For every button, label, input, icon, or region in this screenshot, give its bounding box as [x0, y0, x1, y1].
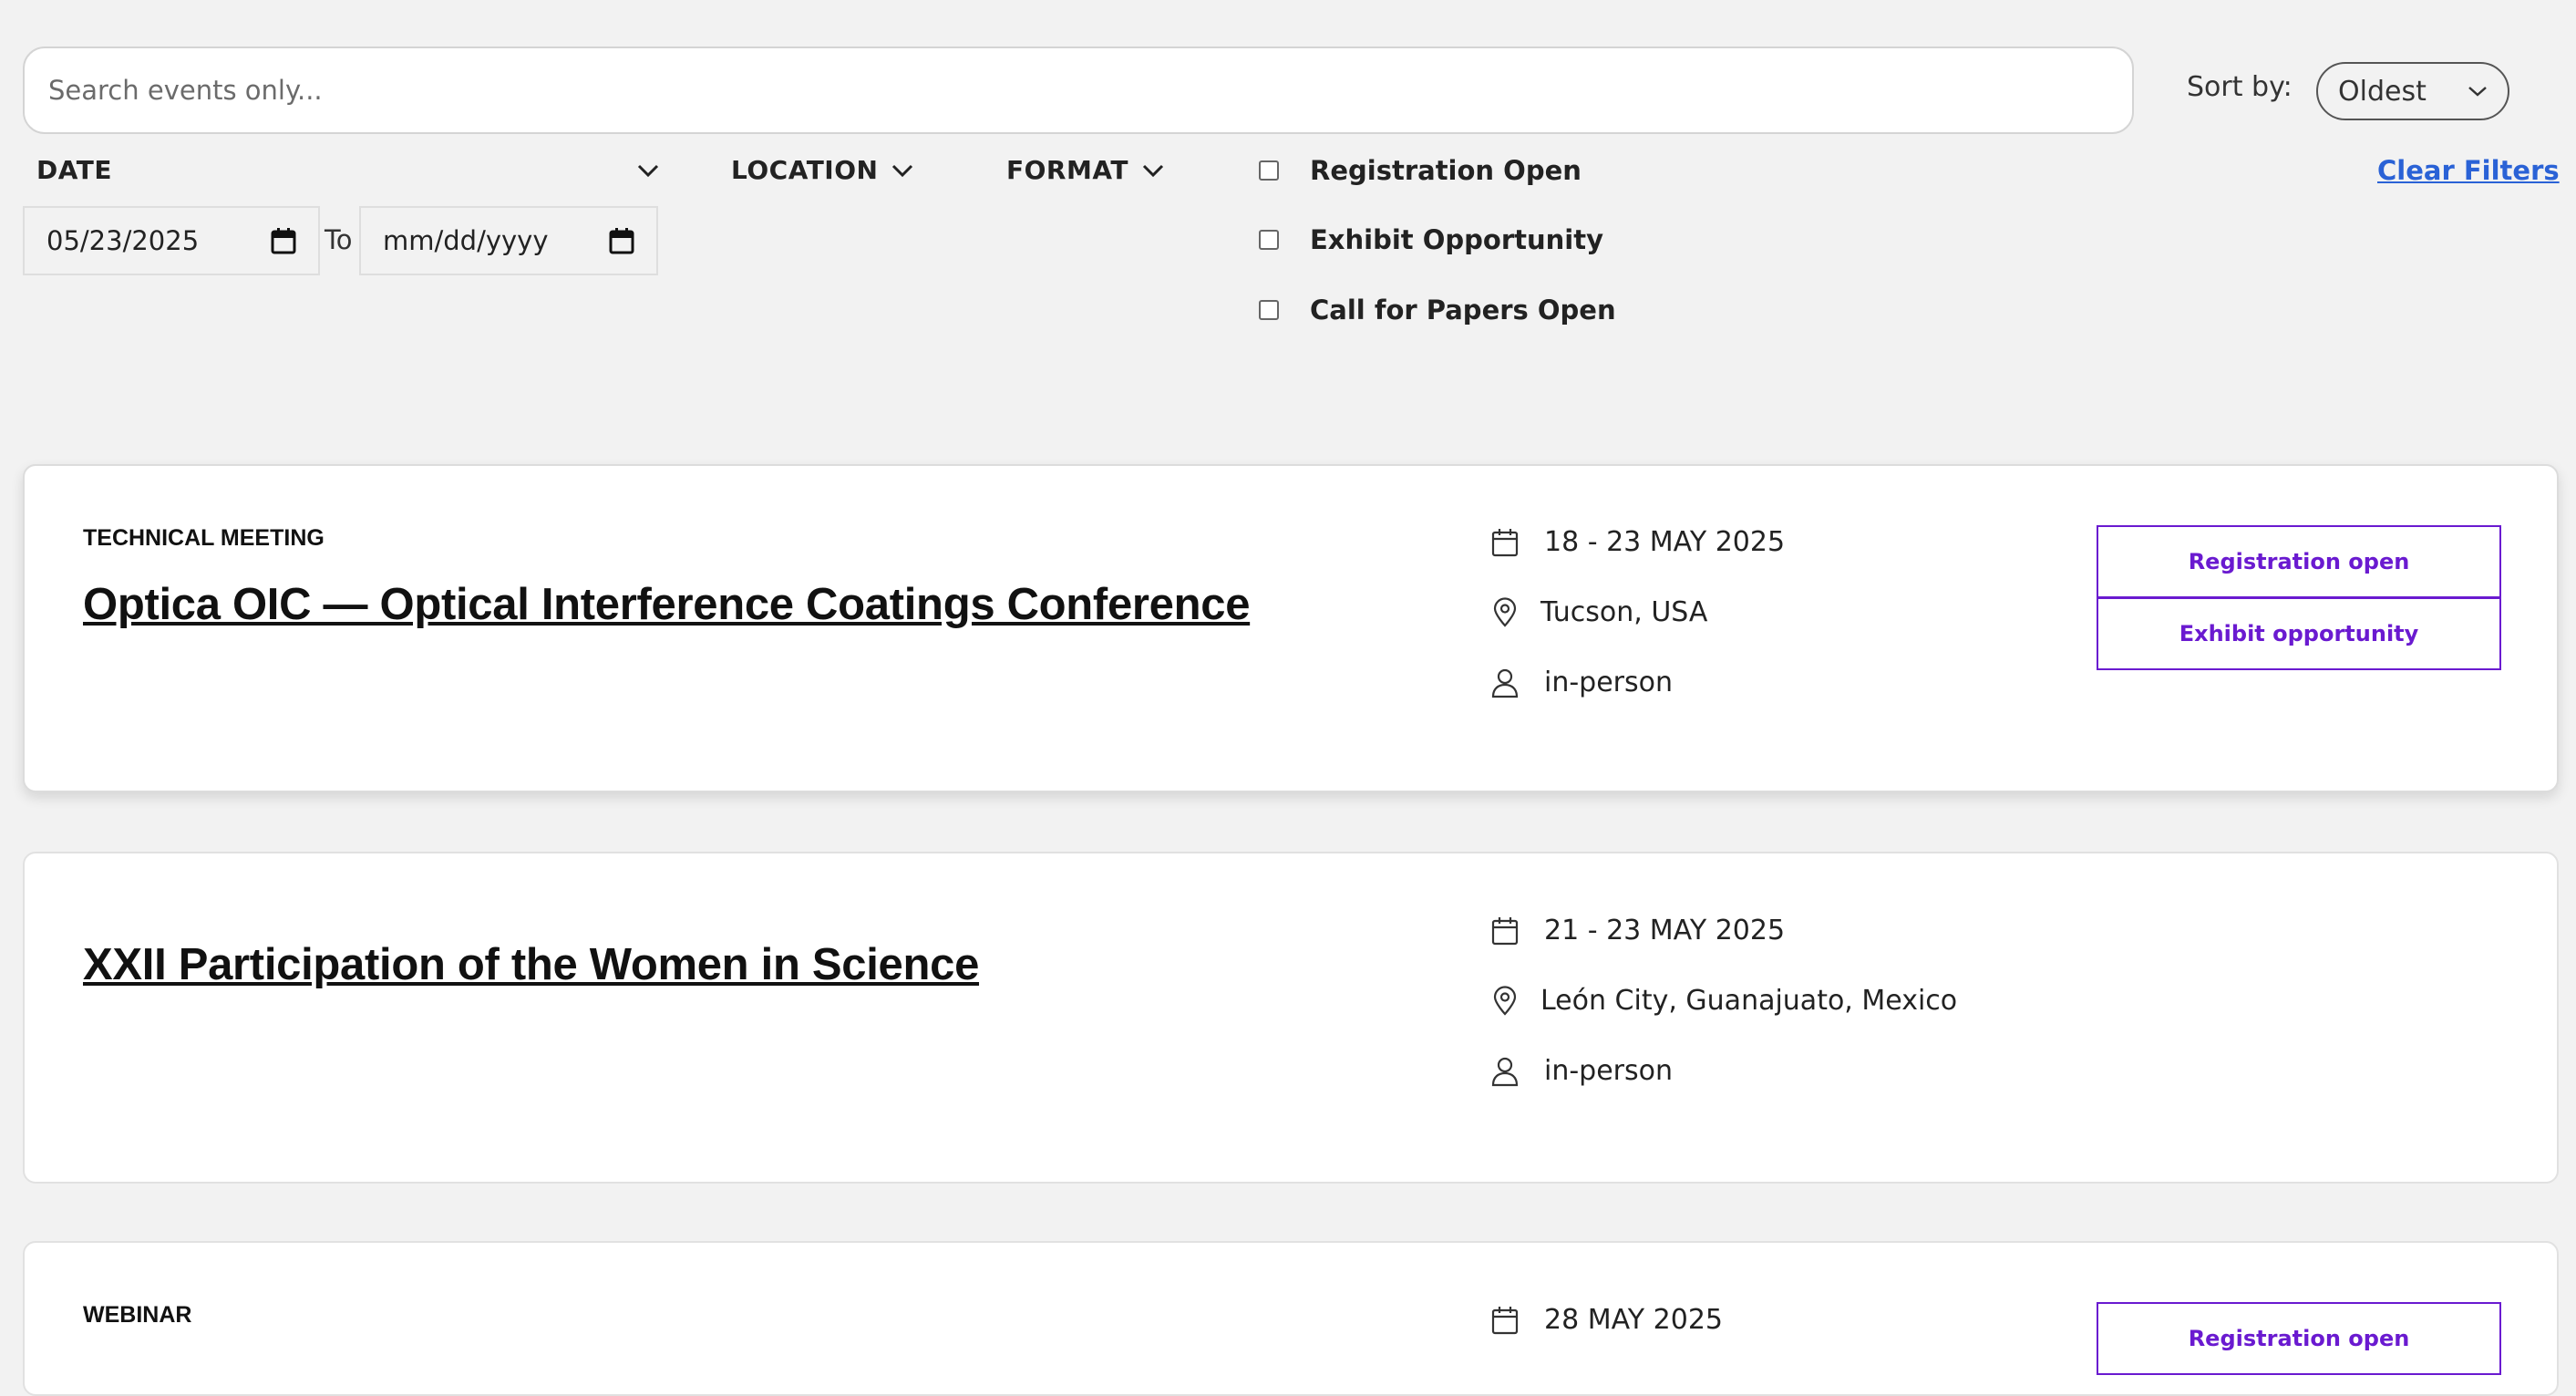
date-to-separator: To — [325, 224, 353, 255]
calendar-icon — [1491, 528, 1519, 556]
checkbox-box[interactable] — [1259, 160, 1279, 181]
calendar-icon — [1491, 1306, 1519, 1334]
person-icon — [1491, 1057, 1519, 1086]
date-to-input[interactable]: mm/dd/yyyy — [359, 206, 658, 275]
event-location: León City, Guanajuato, Mexico — [1489, 985, 1957, 1017]
chevron-down-icon — [892, 164, 913, 177]
event-format: in-person — [1489, 667, 1673, 698]
call-for-papers-checkbox[interactable]: Call for Papers Open — [1259, 295, 1616, 326]
format-filter-label: FORMAT — [1006, 155, 1128, 185]
date-filter-toggle[interactable]: DATE — [36, 155, 660, 185]
sort-label: Sort by: — [2187, 71, 2293, 103]
person-icon — [1491, 668, 1519, 698]
event-location: Tucson, USA — [1489, 596, 1707, 628]
registration-open-badge[interactable]: Registration open — [2097, 525, 2501, 598]
search-input[interactable] — [23, 47, 2134, 134]
date-to-placeholder: mm/dd/yyyy — [383, 225, 549, 256]
calendar-icon — [1491, 916, 1519, 945]
event-date: 21 - 23 MAY 2025 — [1489, 915, 1785, 946]
event-date: 28 MAY 2025 — [1489, 1304, 1723, 1336]
event-date-text: 28 MAY 2025 — [1544, 1304, 1723, 1336]
registration-open-badge[interactable]: Registration open — [2097, 1302, 2501, 1375]
event-date: 18 - 23 MAY 2025 — [1489, 526, 1785, 558]
exhibit-opportunity-checkbox[interactable]: Exhibit Opportunity — [1259, 224, 1603, 255]
event-format-text: in-person — [1544, 1055, 1674, 1087]
location-pin-icon — [1493, 596, 1517, 627]
format-filter-toggle[interactable]: FORMAT — [1006, 155, 1165, 185]
calendar-icon — [271, 228, 296, 254]
event-format-text: in-person — [1544, 667, 1674, 698]
date-filter-label: DATE — [36, 155, 112, 185]
event-location-text: León City, Guanajuato, Mexico — [1540, 985, 1958, 1017]
checkbox-box[interactable] — [1259, 230, 1279, 250]
sort-selected-value: Oldest — [2338, 75, 2427, 108]
event-title-link[interactable]: XXII Participation of the Women in Scien… — [83, 939, 979, 990]
date-from-value: 05/23/2025 — [46, 225, 200, 256]
checkbox-box[interactable] — [1259, 300, 1279, 320]
event-location-text: Tucson, USA — [1540, 596, 1708, 628]
chevron-down-icon — [637, 164, 659, 177]
events-page: Sort by: Oldest DATE LOCATION FORMAT 05/… — [0, 0, 2576, 1396]
location-filter-label: LOCATION — [731, 155, 879, 185]
chevron-down-icon — [1142, 164, 1164, 177]
calendar-icon — [609, 228, 634, 254]
registration-open-checkbox[interactable]: Registration Open — [1259, 155, 1582, 186]
checkbox-label: Call for Papers Open — [1310, 295, 1616, 326]
event-title-link[interactable]: Optica OIC — Optical Interference Coatin… — [83, 579, 1250, 630]
event-card: XXII Participation of the Women in Scien… — [23, 852, 2559, 1184]
event-date-text: 21 - 23 MAY 2025 — [1544, 915, 1786, 946]
chevron-down-icon — [2468, 87, 2487, 97]
event-card: TECHNICAL MEETING Optica OIC — Optical I… — [23, 464, 2559, 792]
event-date-text: 18 - 23 MAY 2025 — [1544, 526, 1786, 558]
location-pin-icon — [1493, 985, 1517, 1016]
sort-select[interactable]: Oldest — [2316, 62, 2509, 120]
checkbox-label: Registration Open — [1310, 155, 1582, 186]
event-type: WEBINAR — [83, 1302, 192, 1328]
location-filter-toggle[interactable]: LOCATION — [731, 155, 914, 185]
event-card: WEBINAR 28 MAY 2025 Registration open — [23, 1241, 2559, 1396]
checkbox-label: Exhibit Opportunity — [1310, 224, 1604, 255]
date-from-input[interactable]: 05/23/2025 — [23, 206, 320, 275]
event-format: in-person — [1489, 1055, 1673, 1087]
event-type: TECHNICAL MEETING — [83, 525, 325, 551]
exhibit-opportunity-badge[interactable]: Exhibit opportunity — [2097, 597, 2501, 670]
clear-filters-link[interactable]: Clear Filters — [2377, 155, 2560, 186]
